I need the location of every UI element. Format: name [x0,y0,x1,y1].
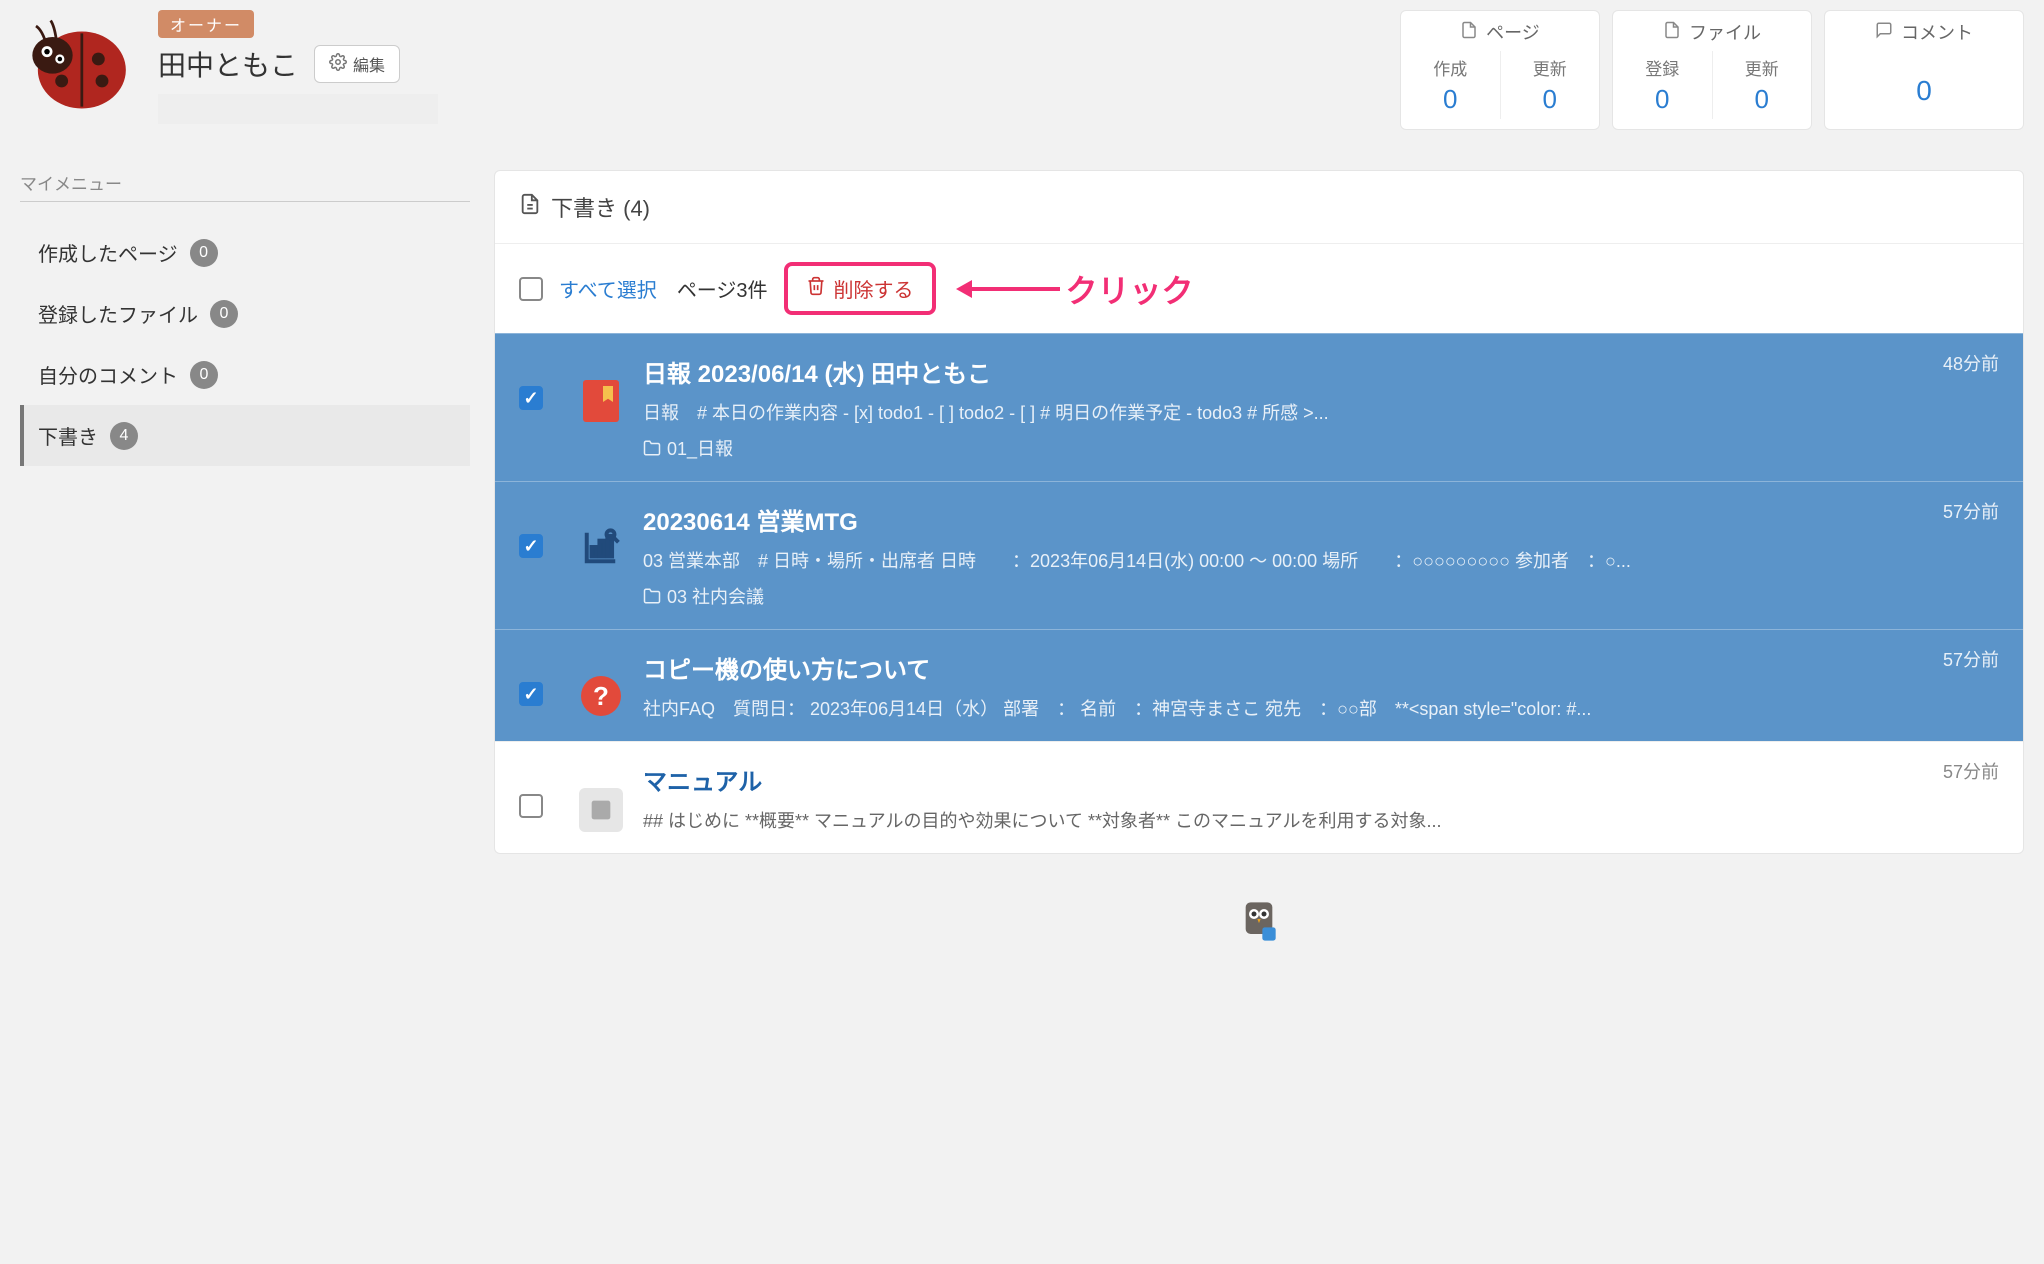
row-checkbox[interactable] [519,794,543,818]
stat-card-comment: コメント 0 [1824,10,2024,130]
row-time: 57分前 [1943,498,1999,524]
list-item[interactable]: 20230614 営業MTG 03 営業本部 # 日時・場所・出席者 日時 ：2… [495,481,2023,629]
sidebar-badge: 0 [190,361,218,389]
delete-label: 削除する [834,274,914,303]
row-excerpt: ## はじめに **概要** マニュアルの目的や効果について **対象者** こ… [643,807,1999,833]
row-time: 57分前 [1943,646,1999,672]
sidebar-badge: 0 [190,239,218,267]
subtitle-placeholder [158,94,438,124]
delete-button[interactable]: 削除する [784,262,936,315]
owner-badge: オーナー [158,10,254,38]
list-item[interactable]: 日報 2023/06/14 (水) 田中ともこ 日報 # 本日の作業内容 - [… [495,333,2023,481]
list-item[interactable]: マニュアル ## はじめに **概要** マニュアルの目的や効果について **対… [495,741,2023,853]
sidebar-item-label: 自分のコメント [38,360,178,389]
stat-page-update[interactable]: 0 [1501,84,1600,115]
sidebar-item-created-pages[interactable]: 作成したページ 0 [20,222,470,283]
sidebar-item-my-comments[interactable]: 自分のコメント 0 [20,344,470,405]
annotation-label: クリック [1066,266,1194,312]
report-icon [583,380,619,422]
comment-icon [1875,21,1893,44]
row-excerpt: 日報 # 本日の作業内容 - [x] todo1 - [ ] todo2 - [… [643,399,1999,425]
row-checkbox[interactable] [519,534,543,558]
row-folder: 03 社内会議 [643,583,1999,609]
sidebar-badge: 4 [110,422,138,450]
page-icon [1460,21,1478,44]
panel-title: 下書き (4) [551,191,650,223]
chart-icon [582,528,620,575]
stat-comment-count[interactable]: 0 [1825,55,2023,107]
question-icon: ? [581,676,621,716]
stat-card-file: ファイル 登録 0 更新 0 [1612,10,1812,130]
sidebar-title: マイメニュー [20,170,470,202]
folder-icon [643,587,661,605]
row-folder: 01_日報 [643,435,1999,461]
sidebar-item-registered-files[interactable]: 登録したファイル 0 [20,283,470,344]
file-icon [1663,21,1681,44]
stat-page-create[interactable]: 0 [1401,84,1500,115]
stat-file-update[interactable]: 0 [1713,84,1812,115]
select-all-label[interactable]: すべて選択 [559,274,657,303]
row-time: 57分前 [1943,758,1999,784]
gear-icon [329,53,347,76]
stat-file-register[interactable]: 0 [1613,84,1712,115]
list-item[interactable]: ? コピー機の使い方について 社内FAQ 質問日： 2023年06月14日（水）… [495,629,2023,741]
edit-label: 編集 [353,52,385,76]
row-title[interactable]: コピー機の使い方について [643,650,1999,685]
select-all-checkbox[interactable] [519,277,543,301]
default-icon [579,788,623,832]
panel-header: 下書き (4) [495,171,2023,244]
draft-icon [519,193,541,221]
sidebar-item-label: 登録したファイル [38,299,198,328]
annotation: クリック [970,266,1194,312]
sidebar-item-label: 下書き [38,421,98,450]
username: 田中ともこ [158,44,298,84]
row-time: 48分前 [1943,350,1999,376]
row-checkbox[interactable] [519,682,543,706]
row-title[interactable]: 20230614 営業MTG [643,502,1999,537]
trash-icon [806,276,826,302]
folder-icon [643,439,661,457]
sidebar-badge: 0 [210,300,238,328]
page-count: ページ3件 [677,274,768,303]
row-title[interactable]: マニュアル [643,762,1999,797]
row-checkbox[interactable] [519,386,543,410]
sidebar-item-drafts[interactable]: 下書き 4 [20,405,470,466]
edit-button[interactable]: 編集 [314,45,400,83]
row-excerpt: 社内FAQ 質問日： 2023年06月14日（水） 部署 ： 名前 ：神宮寺まさ… [643,695,1999,721]
row-title[interactable]: 日報 2023/06/14 (水) 田中ともこ [643,354,1999,389]
footer-logo [494,894,2024,947]
row-excerpt: 03 営業本部 # 日時・場所・出席者 日時 ：2023年06月14日(水) 0… [643,547,1999,573]
arrow-icon [970,287,1060,291]
stat-card-page: ページ 作成 0 更新 0 [1400,10,1600,130]
avatar [20,10,140,130]
sidebar-item-label: 作成したページ [38,238,178,267]
